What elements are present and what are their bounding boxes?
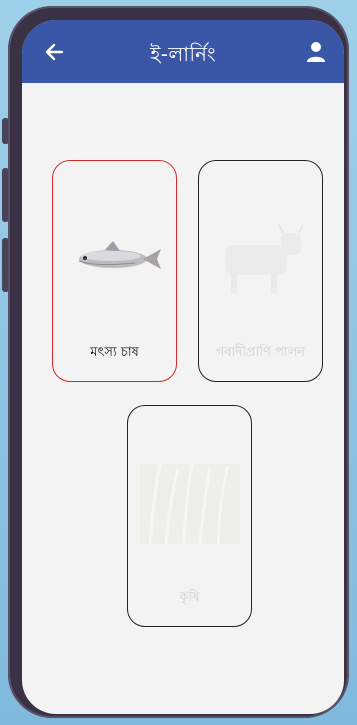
category-label-fish: মৎস্য চাষ	[90, 345, 139, 360]
crop-image	[140, 464, 240, 544]
phone-frame: ই-লার্নিং মৎস্য চাষ গবাদীপ্রাণি পালন কৃষ…	[8, 6, 349, 718]
category-card-agriculture[interactable]: কৃষি	[127, 405, 252, 627]
category-label-cattle: গবাদীপ্রাণি পালন	[215, 345, 306, 360]
app-screen: ই-লার্নিং মৎস্য চাষ গবাদীপ্রাণি পালন কৃষ…	[22, 20, 344, 714]
category-label-agriculture: কৃষি	[179, 590, 200, 605]
selection-connector	[22, 20, 344, 280]
